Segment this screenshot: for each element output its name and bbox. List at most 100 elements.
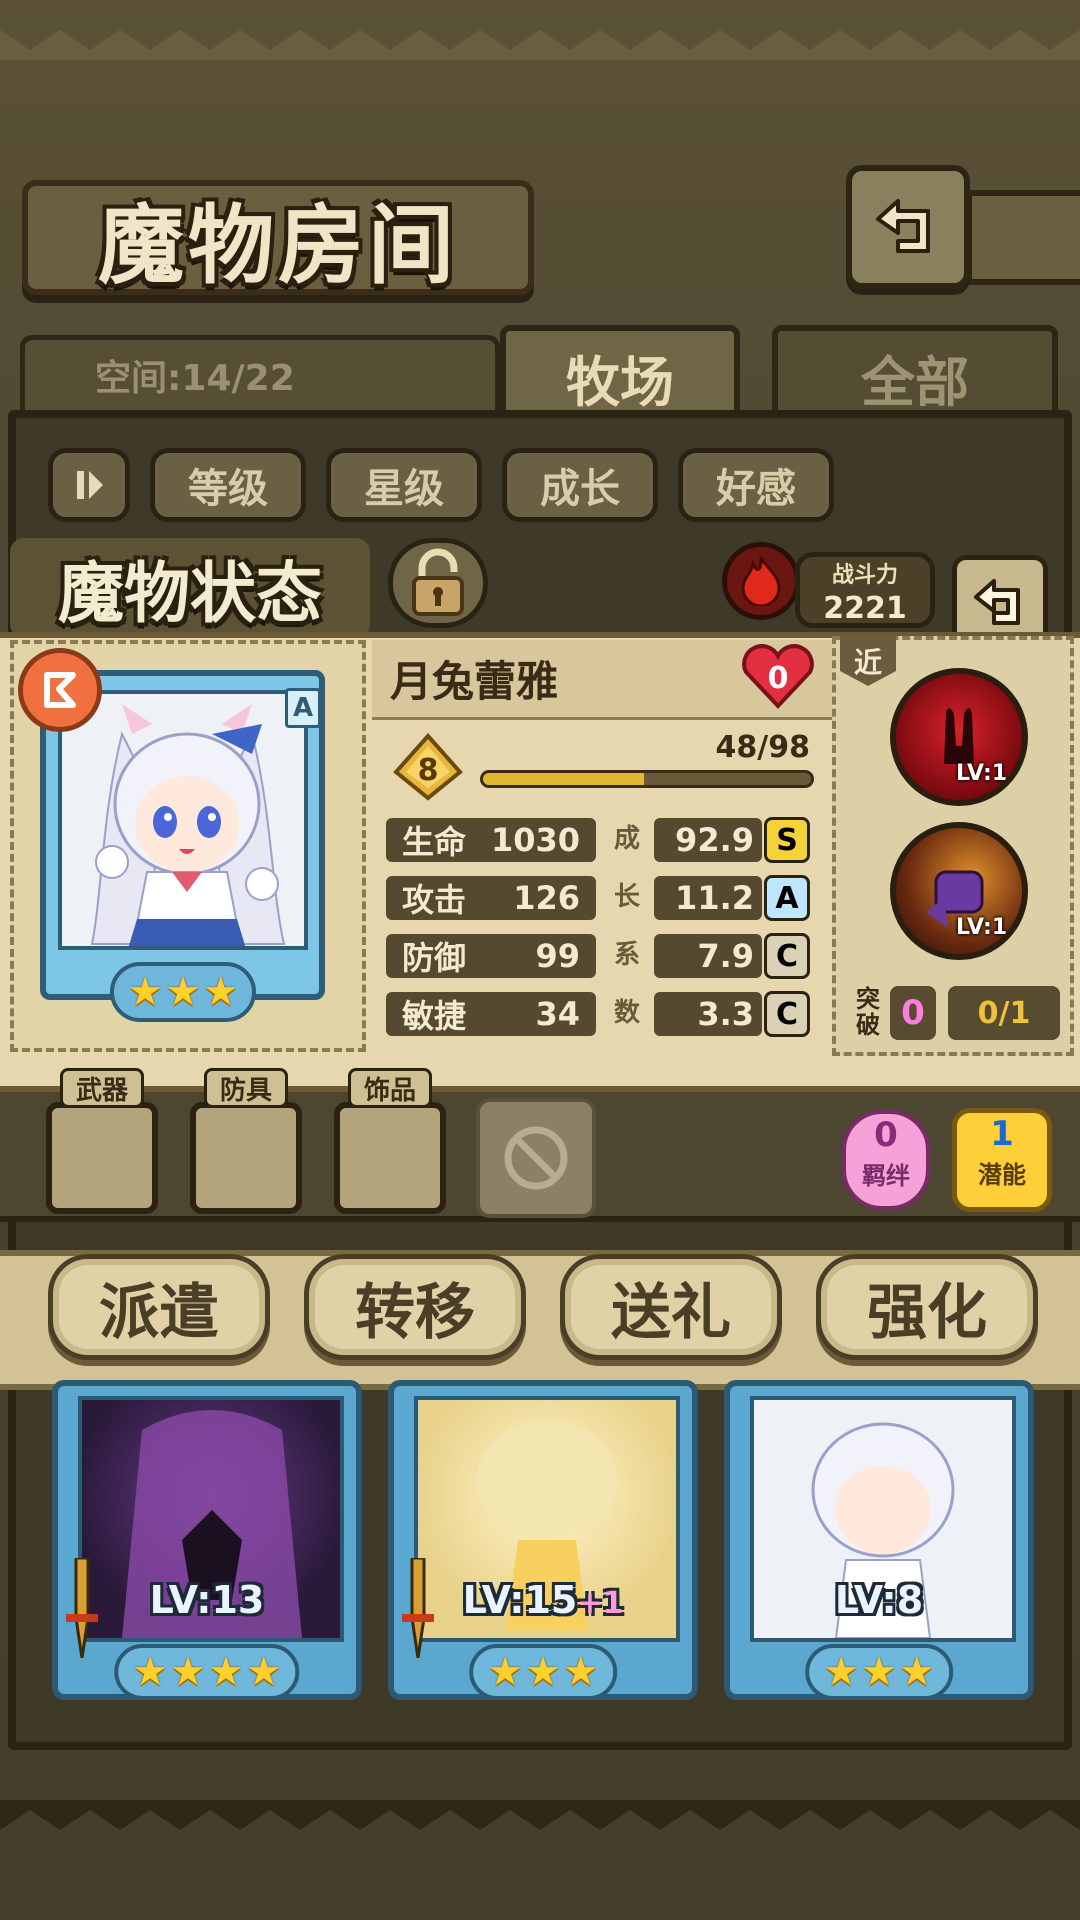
bond-value: 0: [874, 1115, 898, 1155]
affection-value: 0: [768, 661, 789, 696]
exp-progress-fill: [483, 773, 644, 785]
filter-level-button[interactable]: 等级: [150, 448, 306, 522]
star-icon: ★: [127, 969, 164, 1015]
lock-button[interactable]: [388, 538, 488, 628]
skill-level: LV:1: [956, 915, 1008, 940]
accessory-slot-label: 饰品: [348, 1068, 432, 1108]
filter-star-button[interactable]: 星级: [326, 448, 482, 522]
exp-text: 48/98: [715, 730, 810, 765]
tab-ranch-label: 牧场: [566, 350, 674, 414]
moon-rabbit-skill-icon[interactable]: LV:1: [890, 668, 1028, 806]
star-icon: ★: [202, 969, 239, 1015]
monster-list-card[interactable]: LV:8 ★ ★ ★: [724, 1380, 1034, 1700]
space-capacity: 空间:14/22: [20, 335, 500, 415]
potential-label: 潜能: [978, 1161, 1026, 1189]
exp-progress-bar: [480, 770, 814, 788]
filter-growth-label: 成长: [540, 466, 620, 512]
filter-affection-label: 好感: [716, 466, 796, 512]
monster-portrait: [58, 690, 308, 950]
bond-button[interactable]: 0 羁绊: [842, 1110, 930, 1210]
bond-label: 羁绊: [862, 1162, 910, 1190]
transfer-button[interactable]: 转移: [304, 1254, 526, 1360]
filter-level-label: 等级: [188, 466, 268, 512]
heart-icon: 0: [742, 644, 814, 709]
sort-icon: [77, 471, 103, 499]
growth-value: 11.2: [654, 876, 762, 920]
fist-skill-icon[interactable]: LV:1: [890, 822, 1028, 960]
stat-label: 攻击: [402, 881, 467, 919]
enhance-button[interactable]: 强化: [816, 1254, 1038, 1360]
rank-badge: A: [285, 688, 321, 728]
growth-label-char: 长: [613, 882, 640, 912]
gift-label: 送礼: [611, 1277, 731, 1348]
stat-value: 99: [535, 937, 580, 975]
torn-edge-bottom: [0, 1800, 1080, 1830]
enhance-label: 强化: [867, 1277, 987, 1348]
sort-order-button[interactable]: [48, 448, 130, 522]
space-capacity-text: 空间:14/22: [95, 358, 295, 399]
transfer-label: 转移: [355, 1277, 475, 1348]
star-rating: ★ ★ ★: [110, 962, 256, 1022]
gift-button[interactable]: 送礼: [560, 1254, 782, 1360]
stat-row: 生命 1030: [386, 818, 596, 862]
breakthrough-ratio: 0/1: [948, 986, 1060, 1040]
stat-value: 1030: [490, 821, 580, 859]
growth-value: 92.9: [654, 818, 762, 862]
stat-row: 敏捷 34: [386, 992, 596, 1036]
monster-status-heading: 魔物状态: [10, 538, 370, 638]
level-badge: 8: [390, 732, 466, 802]
weapon-slot-label: 武器: [60, 1068, 144, 1108]
card-stars: ★ ★ ★: [469, 1644, 617, 1700]
combat-power-label: 战斗力: [831, 563, 898, 588]
monster-list-card[interactable]: LV:13 ★ ★ ★ ★: [52, 1380, 362, 1700]
accessory-slot[interactable]: [334, 1102, 446, 1214]
filter-star-label: 星级: [364, 466, 444, 512]
star-icon: ★: [487, 1649, 524, 1695]
star-icon: ★: [165, 969, 201, 1015]
growth-label-char: 数: [613, 998, 640, 1028]
combat-power-value: 2221: [823, 591, 907, 626]
monster-list-card[interactable]: LV:15+1 ★ ★ ★: [388, 1380, 698, 1700]
dispatch-label: 派遣: [99, 1277, 219, 1348]
star-icon: ★: [170, 1649, 206, 1695]
star-icon: ★: [861, 1649, 897, 1695]
armor-slot[interactable]: [190, 1102, 302, 1214]
card-stars: ★ ★ ★: [805, 1644, 953, 1700]
weapon-slot[interactable]: [46, 1102, 158, 1214]
stat-row: 防御 99: [386, 934, 596, 978]
level-value: 8: [418, 753, 439, 788]
torn-edge-top: [0, 30, 1080, 60]
star-icon: ★: [562, 1649, 599, 1695]
stat-label: 敏捷: [402, 997, 467, 1035]
card-level: LV:15+1: [462, 1578, 624, 1622]
potential-button[interactable]: 1 潜能: [952, 1108, 1052, 1212]
title-plaque: 魔物房间: [22, 180, 534, 296]
stat-value: 126: [513, 879, 580, 917]
growth-label-char: 成: [613, 824, 640, 854]
dispatch-button[interactable]: 派遣: [48, 1254, 270, 1360]
type-badge: [18, 648, 102, 732]
star-icon: ★: [132, 1649, 169, 1695]
growth-grade-badge: C: [764, 933, 810, 979]
page-title: 魔物房间: [98, 195, 458, 296]
breakthrough-value: 0: [890, 986, 936, 1040]
combat-power-box: 战斗力 2221: [795, 552, 935, 628]
growth-grade-badge: A: [764, 875, 810, 921]
filter-affection-button[interactable]: 好感: [678, 448, 834, 522]
growth-grade-badge: S: [764, 817, 810, 863]
filter-growth-button[interactable]: 成长: [502, 448, 658, 522]
growth-label-char: 系: [613, 940, 640, 970]
back-button[interactable]: [846, 165, 970, 289]
breakthrough-label: 突破: [856, 985, 880, 1039]
padlock-icon: [412, 548, 464, 616]
star-icon: ★: [898, 1649, 935, 1695]
skill-level: LV:1: [956, 761, 1008, 786]
card-stars: ★ ★ ★ ★: [114, 1644, 300, 1700]
star-icon: ★: [525, 1649, 561, 1695]
star-icon: ★: [823, 1649, 860, 1695]
attack-type-icon: [44, 672, 76, 708]
stat-row: 攻击 126: [386, 876, 596, 920]
star-icon: ★: [245, 1649, 282, 1695]
locked-slot: [476, 1098, 596, 1218]
affection-heart[interactable]: 0: [740, 644, 816, 710]
